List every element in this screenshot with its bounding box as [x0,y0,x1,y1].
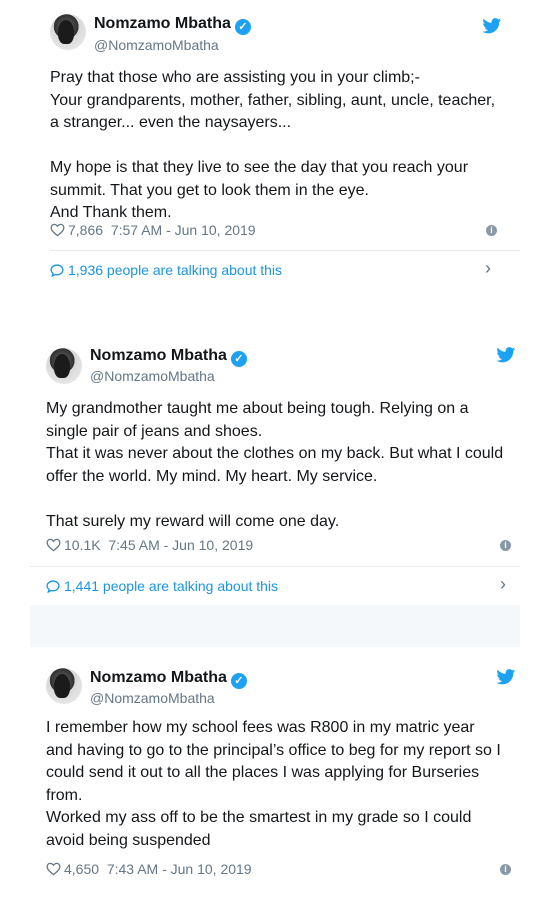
info-icon[interactable]: i [500,540,511,551]
avatar[interactable] [50,14,86,50]
timestamp[interactable]: 7:45 AM - Jun 10, 2019 [108,537,253,553]
heart-icon[interactable] [46,862,61,876]
tweet-meta: 10.1K 7:45 AM - Jun 10, 2019 [46,537,253,553]
avatar[interactable] [46,348,82,384]
tweet-text: I remember how my school fees was R800 i… [46,719,501,849]
heart-icon[interactable] [50,223,65,237]
tweet-card-2: Nomzamo Mbatha ✓ @NomzamoMbatha My grandm… [0,335,538,605]
info-icon[interactable]: i [500,864,511,875]
heart-icon[interactable] [46,538,61,552]
author-name[interactable]: Nomzamo Mbatha ✓ [90,669,247,689]
speech-bubble-icon [46,580,60,593]
author-handle[interactable]: @NomzamoMbatha [94,37,219,53]
info-icon[interactable]: i [486,225,497,236]
talking-about-link[interactable]: 1,441 people are talking about this [46,578,278,594]
talking-about-text: 1,936 people are talking about this [68,262,283,278]
divider [30,566,520,567]
talking-about-link[interactable]: 1,936 people are talking about this [50,262,282,278]
tweet-meta: 7,866 7:57 AM - Jun 10, 2019 [50,222,256,238]
twitter-bird-icon[interactable] [496,669,516,685]
like-count: 7,866 [68,222,104,238]
twitter-bird-icon[interactable] [482,18,502,34]
author-name-text: Nomzamo Mbatha [94,15,231,32]
chevron-right-icon[interactable]: › [500,574,506,595]
timestamp[interactable]: 7:43 AM - Jun 10, 2019 [107,861,252,877]
verified-badge-icon: ✓ [234,19,251,35]
twitter-bird-icon[interactable] [496,347,516,363]
author-name[interactable]: Nomzamo Mbatha ✓ [90,347,247,367]
tweet-meta: 4,650 7:43 AM - Jun 10, 2019 [46,861,252,877]
timestamp[interactable]: 7:57 AM - Jun 10, 2019 [111,222,256,238]
talking-about-text: 1,441 people are talking about this [64,578,279,594]
author-handle[interactable]: @NomzamoMbatha [90,690,215,706]
author-handle[interactable]: @NomzamoMbatha [90,368,215,384]
author-name-text: Nomzamo Mbatha [90,347,227,364]
chevron-right-icon[interactable]: › [485,258,491,279]
speech-bubble-icon [50,264,64,277]
separator-band [30,605,520,647]
tweet-text: My grandmother taught me about being tou… [46,400,504,530]
divider [50,250,520,251]
tweet-card-1: Nomzamo Mbatha ✓ @NomzamoMbatha Pray that… [0,0,538,290]
author-name-text: Nomzamo Mbatha [90,669,227,686]
verified-badge-icon: ✓ [230,351,247,367]
tweet-card-3: Nomzamo Mbatha ✓ @NomzamoMbatha I remembe… [0,647,538,904]
avatar[interactable] [46,668,82,704]
author-name[interactable]: Nomzamo Mbatha ✓ [94,15,251,35]
like-count: 4,650 [64,861,100,877]
tweet-text: Pray that those who are assisting you in… [50,69,496,221]
verified-badge-icon: ✓ [230,673,247,689]
like-count: 10.1K [64,537,101,553]
